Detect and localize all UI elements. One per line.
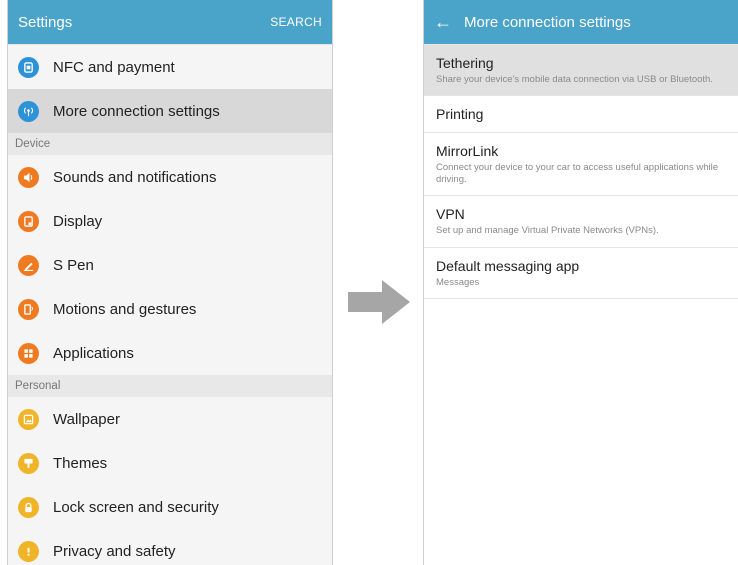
settings-item-label: Lock screen and security (53, 498, 219, 516)
more-connection-app-bar: ← More connection settings (424, 0, 738, 45)
connection-item-title: Printing (436, 106, 484, 123)
section-header-device: Device (8, 133, 332, 155)
connection-item-title: VPN (436, 206, 465, 223)
settings-item-privacy-and-safety[interactable]: Privacy and safety (8, 529, 332, 565)
settings-item-motions-and-gestures[interactable]: Motions and gestures (8, 287, 332, 331)
settings-item-wallpaper[interactable]: Wallpaper (8, 397, 332, 441)
settings-list: NFC and payment More connection settings D… (8, 45, 332, 565)
wallpaper-icon (18, 408, 39, 430)
section-header-personal: Personal (8, 375, 332, 397)
settings-app-bar: Settings SEARCH (8, 0, 332, 45)
more-connection-list: Tethering Share your device's mobile data… (424, 45, 738, 299)
connection-item-tethering[interactable]: Tethering Share your device's mobile data… (424, 45, 738, 97)
sound-icon (18, 166, 39, 188)
connection-item-title: Tethering (436, 55, 494, 71)
connection-item-subtitle: Share your device's mobile data connecti… (436, 74, 713, 85)
connection-icon (18, 100, 39, 122)
settings-item-themes[interactable]: Themes (8, 441, 332, 485)
themes-icon (18, 452, 39, 474)
connection-item-title: MirrorLink (436, 143, 499, 160)
settings-item-display[interactable]: Display (8, 199, 332, 243)
settings-item-label: S Pen (53, 256, 94, 274)
connection-item-title: Default messaging app (436, 257, 580, 274)
settings-item-more-connection-settings[interactable]: More connection settings (8, 89, 332, 133)
settings-item-lock-screen-and-security[interactable]: Lock screen and security (8, 485, 332, 529)
settings-item-label: Sounds and notifications (53, 168, 217, 186)
connection-item-default-messaging-app[interactable]: Default messaging app Messages (424, 247, 738, 299)
settings-item-applications[interactable]: Applications (8, 331, 332, 375)
connection-item-vpn[interactable]: VPN Set up and manage Virtual Private Net… (424, 196, 738, 248)
settings-item-label: Wallpaper (53, 410, 120, 428)
pen-icon (18, 254, 39, 276)
settings-item-label: More connection settings (53, 102, 220, 120)
settings-screen: Settings SEARCH NFC and payment More conn… (7, 0, 333, 565)
motion-icon (18, 298, 39, 320)
connection-item-printing[interactable]: Printing (424, 96, 738, 134)
search-button[interactable]: SEARCH (270, 15, 322, 29)
back-arrow-icon[interactable]: ← (434, 13, 452, 31)
connection-item-subtitle: Set up and manage Virtual Private Networ… (436, 225, 659, 237)
settings-item-s-pen[interactable]: S Pen (8, 243, 332, 287)
connection-item-subtitle: Connect your device to your car to acces… (436, 162, 718, 185)
display-icon (18, 210, 39, 232)
settings-item-label: NFC and payment (53, 58, 175, 76)
settings-item-label: Themes (53, 454, 108, 472)
settings-item-label: Applications (53, 344, 134, 362)
privacy-icon (18, 540, 39, 562)
settings-item-label: Display (53, 212, 103, 230)
settings-title: Settings (18, 13, 73, 31)
settings-item-sounds-and-notifications[interactable]: Sounds and notifications (8, 155, 332, 199)
lock-icon (18, 496, 39, 518)
nfc-icon (18, 56, 39, 78)
more-connection-settings-screen: ← More connection settings Tethering Shar… (423, 0, 738, 565)
transition-arrow-icon (348, 280, 410, 324)
apps-icon (18, 342, 39, 364)
settings-item-label: Motions and gestures (53, 300, 197, 318)
more-connection-title: More connection settings (464, 13, 631, 31)
settings-item-label: Privacy and safety (53, 542, 176, 560)
connection-item-subtitle: Messages (436, 276, 480, 288)
connection-item-mirrorlink[interactable]: MirrorLink Connect your device to your ca… (424, 133, 738, 197)
settings-item-nfc-and-payment[interactable]: NFC and payment (8, 45, 332, 89)
